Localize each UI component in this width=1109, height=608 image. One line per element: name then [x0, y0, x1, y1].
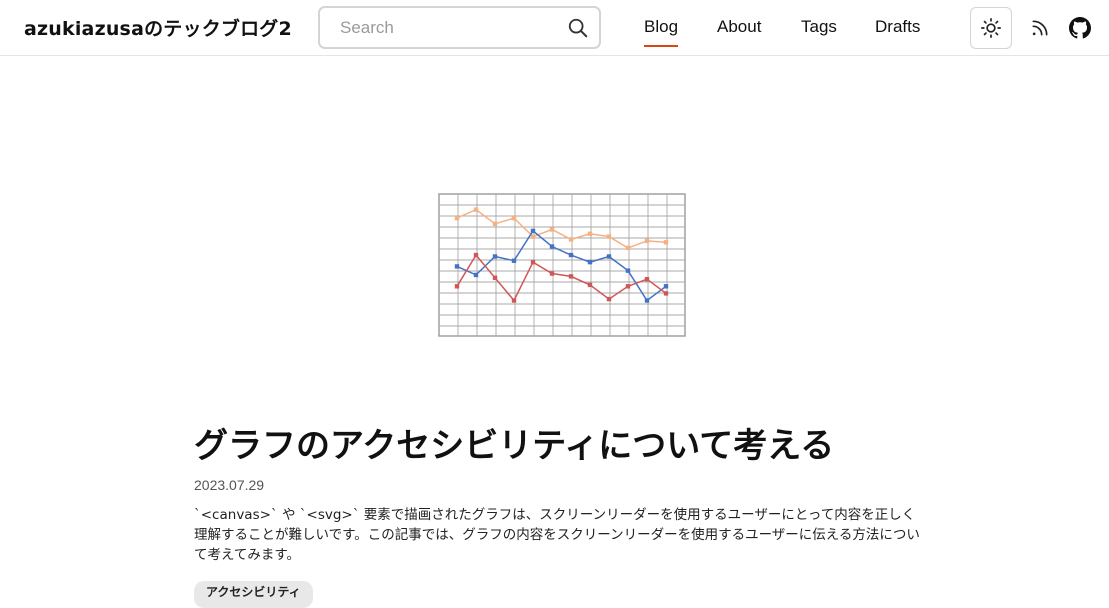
data-point	[663, 240, 669, 245]
search-input[interactable]	[320, 8, 567, 47]
data-point	[644, 277, 650, 282]
data-point	[587, 259, 593, 265]
data-point	[644, 238, 650, 244]
data-point	[511, 215, 517, 221]
data-point	[454, 215, 460, 221]
data-point	[663, 284, 669, 289]
data-point	[606, 234, 612, 239]
data-point	[473, 207, 479, 212]
data-point	[549, 244, 555, 249]
data-point	[606, 254, 612, 259]
data-point	[568, 252, 574, 258]
data-point	[530, 259, 536, 265]
data-point	[549, 271, 555, 276]
data-point	[644, 298, 650, 303]
data-point	[625, 268, 631, 273]
data-point	[606, 296, 612, 302]
nav-drafts[interactable]: Drafts	[875, 17, 920, 45]
data-point	[492, 221, 498, 227]
rss-icon	[1032, 20, 1048, 36]
rss-link[interactable]	[1028, 16, 1052, 40]
post-hero-chart[interactable]	[437, 192, 687, 338]
data-point	[511, 298, 517, 303]
data-point	[454, 264, 460, 269]
search-icon[interactable]	[567, 17, 589, 39]
data-point	[511, 258, 517, 263]
data-point	[625, 245, 631, 251]
tag-badge[interactable]: アクセシビリティ	[194, 581, 313, 608]
sun-icon	[981, 18, 1001, 38]
post-title[interactable]: グラフのアクセシビリティについて考える	[194, 418, 834, 467]
search-box[interactable]	[318, 6, 601, 49]
data-point	[530, 234, 536, 239]
data-point	[473, 272, 479, 278]
data-point	[492, 275, 498, 280]
nav-tags[interactable]: Tags	[801, 17, 837, 45]
nav-about[interactable]: About	[717, 17, 761, 45]
data-point	[587, 282, 593, 288]
data-point	[454, 284, 460, 289]
site-title[interactable]: azukiazusaのテックブログ2	[24, 14, 292, 41]
data-point	[549, 227, 555, 232]
data-point	[568, 274, 574, 279]
data-point	[568, 237, 574, 242]
theme-toggle-button[interactable]	[970, 7, 1012, 49]
data-point	[530, 228, 536, 234]
data-point	[492, 254, 498, 259]
data-point	[473, 252, 479, 258]
data-point	[587, 231, 593, 236]
github-link[interactable]	[1068, 16, 1092, 40]
data-point	[663, 291, 669, 296]
data-point	[625, 284, 631, 289]
nav-blog[interactable]: Blog	[644, 17, 679, 47]
post-description: `<canvas>` や `<svg>` 要素で描画されたグラフは、スクリーンリ…	[194, 507, 920, 563]
github-icon	[1069, 17, 1091, 39]
post-date: 2023.07.29	[194, 477, 265, 493]
site-header: azukiazusaのテックブログ2 Blog About Tags Draft…	[0, 0, 1109, 56]
